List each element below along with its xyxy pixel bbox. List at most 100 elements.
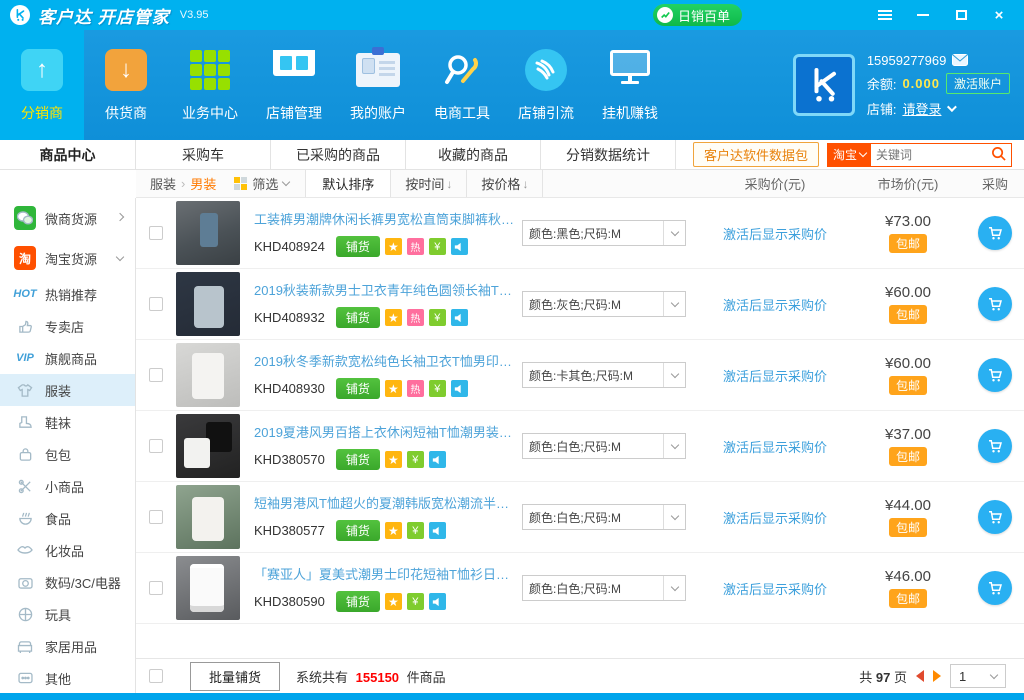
product-image[interactable] — [176, 414, 240, 478]
nav-item-idle-earn[interactable]: 挂机赚钱 — [588, 30, 672, 140]
list-product-button[interactable]: 铺货 — [336, 520, 380, 541]
product-title-link[interactable]: 工装裤男潮牌休闲长裤男宽松直筒束脚裤秋季... — [254, 209, 516, 228]
sidebar-item-shoes[interactable]: 鞋袜 — [0, 406, 135, 438]
filter-label: 筛选 — [252, 174, 278, 193]
activate-price-link[interactable]: 激活后显示采购价 — [700, 224, 850, 243]
chevron-down-icon — [670, 227, 678, 235]
sidebar-item-hot-recommend[interactable]: HOT 热销推荐 — [0, 278, 135, 310]
list-product-button[interactable]: 铺货 — [336, 591, 380, 612]
list-product-button[interactable]: 铺货 — [336, 236, 380, 257]
filter-dropdown[interactable]: 筛选 — [252, 174, 289, 193]
nav-item-my-account[interactable]: 我的账户 — [336, 30, 420, 140]
sku-dropdown[interactable]: 颜色:白色;尺码:M — [522, 504, 686, 530]
activate-price-link[interactable]: 激活后显示采购价 — [700, 579, 850, 598]
sidebar-item-food[interactable]: 食品 — [0, 502, 135, 534]
activate-price-link[interactable]: 激活后显示采购价 — [700, 437, 850, 456]
list-product-button[interactable]: 铺货 — [336, 449, 380, 470]
pages-prefix: 共 — [859, 670, 872, 685]
sort-default-button[interactable]: 默认排序 — [305, 170, 391, 197]
product-image[interactable] — [176, 343, 240, 407]
daily-sales-button[interactable]: 日销百单 — [653, 4, 742, 26]
page-select[interactable]: 1 — [950, 664, 1006, 688]
maximize-button[interactable] — [946, 4, 976, 26]
close-button[interactable]: × — [984, 4, 1014, 26]
list-product-button[interactable]: 铺货 — [336, 307, 380, 328]
add-to-cart-button[interactable] — [978, 500, 1012, 534]
row-checkbox[interactable] — [149, 226, 163, 240]
product-image[interactable] — [176, 272, 240, 336]
activate-price-link[interactable]: 激活后显示采购价 — [700, 508, 850, 527]
batch-list-button[interactable]: 批量铺货 — [190, 662, 280, 691]
add-to-cart-button[interactable] — [978, 287, 1012, 321]
select-all-checkbox[interactable] — [149, 669, 163, 683]
next-page-button[interactable] — [933, 670, 941, 682]
product-image[interactable] — [176, 556, 240, 620]
sidebar-item-wechat-source[interactable]: 微商货源 — [0, 198, 135, 238]
add-to-cart-button[interactable] — [978, 571, 1012, 605]
sidebar-item-specialty-store[interactable]: 专卖店 — [0, 310, 135, 342]
search-channel-select[interactable]: 淘宝 — [828, 144, 871, 166]
tab-distribution-stats[interactable]: 分销数据统计 — [541, 140, 676, 169]
sidebar-item-digital[interactable]: 数码/3C/电器 — [0, 566, 135, 598]
product-image[interactable] — [176, 201, 240, 265]
nav-item-shop-manage[interactable]: 店铺管理 — [252, 30, 336, 140]
nav-item-shop-traffic[interactable]: 店铺引流 — [504, 30, 588, 140]
add-to-cart-button[interactable] — [978, 429, 1012, 463]
row-checkbox[interactable] — [149, 439, 163, 453]
sidebar-item-flagship[interactable]: VIP 旗舰商品 — [0, 342, 135, 374]
add-to-cart-button[interactable] — [978, 216, 1012, 250]
account-avatar[interactable] — [793, 54, 855, 116]
sidebar-item-cosmetics[interactable]: 化妆品 — [0, 534, 135, 566]
product-title-link[interactable]: 2019夏港风男百搭上衣休闲短袖T恤潮男装韩... — [254, 422, 516, 441]
search-input[interactable] — [871, 148, 986, 162]
tab-product-center[interactable]: 商品中心 — [0, 140, 136, 169]
sku-dropdown[interactable]: 颜色:黑色;尺码:M — [522, 220, 686, 246]
nav-item-ecommerce-tools[interactable]: 电商工具 — [420, 30, 504, 140]
sku-dropdown[interactable]: 颜色:灰色;尺码:M — [522, 291, 686, 317]
row-checkbox[interactable] — [149, 368, 163, 382]
data-package-button[interactable]: 客户达软件数据包 — [693, 142, 819, 167]
prev-page-button[interactable] — [916, 670, 924, 682]
activate-price-link[interactable]: 激活后显示采购价 — [700, 295, 850, 314]
product-title-link[interactable]: 2019秋装新款男士卫衣青年纯色圆领长袖T恤... — [254, 280, 516, 299]
activate-account-button[interactable]: 激活账户 — [946, 73, 1010, 94]
product-title-link[interactable]: 「赛亚人」夏美式潮男士印花短袖T恤衫日系... — [254, 564, 516, 583]
search-icon[interactable] — [986, 146, 1011, 164]
sidebar-item-clothing[interactable]: 服装 — [0, 374, 135, 406]
row-checkbox[interactable] — [149, 297, 163, 311]
account-phone: 15959277969 — [867, 53, 947, 68]
breadcrumb-category[interactable]: 服装 — [150, 174, 176, 193]
sidebar-item-home-goods[interactable]: 家居用品 — [0, 630, 135, 662]
sidebar-item-other[interactable]: 其他 — [0, 662, 135, 693]
sku-dropdown[interactable]: 颜色:卡其色;尺码:M — [522, 362, 686, 388]
sidebar-item-taobao-source[interactable]: 淘 淘宝货源 — [0, 238, 135, 278]
category-sidebar: 微商货源 淘 淘宝货源 HOT 热销推荐 专卖店 VIP 旗舰商品 服装 — [0, 198, 136, 693]
tab-purchased[interactable]: 已采购的商品 — [271, 140, 406, 169]
list-product-button[interactable]: 铺货 — [336, 378, 380, 399]
sidebar-item-toys[interactable]: 玩具 — [0, 598, 135, 630]
sidebar-item-small-goods[interactable]: 小商品 — [0, 470, 135, 502]
breadcrumb-current[interactable]: 男装 — [190, 174, 216, 193]
chevron-down-icon[interactable] — [947, 102, 957, 112]
minimize-button[interactable] — [908, 4, 938, 26]
nav-item-supplier[interactable]: ↓ 供货商 — [84, 30, 168, 140]
product-title-link[interactable]: 短袖男港风T恤超火的夏潮韩版宽松潮流半袖... — [254, 493, 516, 512]
sku-dropdown[interactable]: 颜色:白色;尺码:M — [522, 575, 686, 601]
row-checkbox[interactable] — [149, 581, 163, 595]
product-title-link[interactable]: 2019秋冬季新款宽松纯色长袖卫衣T恤男印花... — [254, 351, 516, 370]
product-image[interactable] — [176, 485, 240, 549]
sort-time-button[interactable]: 按时间 ↓ — [391, 170, 467, 197]
sort-price-button[interactable]: 按价格 ↓ — [467, 170, 543, 197]
nav-item-distributor[interactable]: ↑ 分销商 — [0, 30, 84, 140]
activate-price-link[interactable]: 激活后显示采购价 — [700, 366, 850, 385]
add-to-cart-button[interactable] — [978, 358, 1012, 392]
tab-favorites[interactable]: 收藏的商品 — [406, 140, 541, 169]
tab-purchase-cart[interactable]: 采购车 — [136, 140, 271, 169]
sku-dropdown[interactable]: 颜色:白色;尺码:M — [522, 433, 686, 459]
menu-list-icon[interactable] — [870, 4, 900, 26]
login-link[interactable]: 请登录 — [902, 99, 941, 118]
row-checkbox[interactable] — [149, 510, 163, 524]
nav-item-business-center[interactable]: 业务中心 — [168, 30, 252, 140]
sidebar-item-bags[interactable]: 包包 — [0, 438, 135, 470]
mail-icon[interactable] — [952, 54, 968, 66]
